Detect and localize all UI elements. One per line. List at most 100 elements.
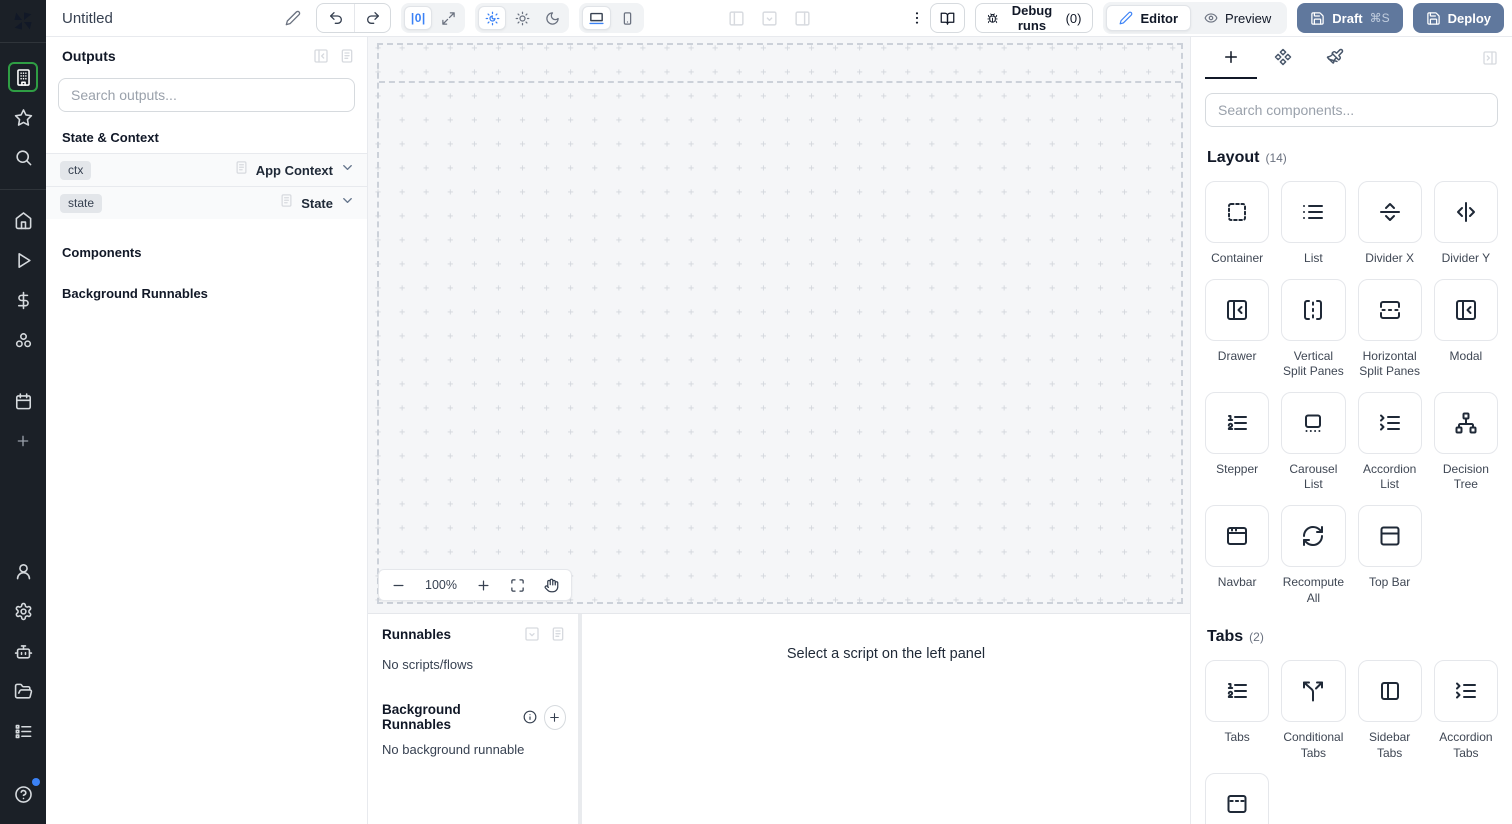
home-button[interactable] <box>8 205 38 235</box>
invisible-tabs-icon <box>1205 773 1270 824</box>
draft-shortcut: ⌘S <box>1369 11 1390 25</box>
component-card-top-bar[interactable]: Top Bar <box>1357 504 1422 606</box>
collapse-right-panel-icon[interactable] <box>1482 37 1498 79</box>
create-new-button[interactable] <box>8 426 38 456</box>
outputs-doc-icon[interactable] <box>339 48 355 64</box>
workspace-apps-button[interactable] <box>8 62 38 92</box>
component-card-divider-y[interactable]: Divider Y <box>1433 181 1498 267</box>
pan-hand-button[interactable] <box>544 578 559 593</box>
info-icon[interactable] <box>523 710 537 724</box>
left-nav-rail <box>0 0 46 824</box>
output-type-label: State <box>301 195 333 211</box>
component-card-conditional-tabs[interactable]: Conditional Tabs <box>1281 660 1346 761</box>
output-badge: state <box>60 193 103 213</box>
resources-button[interactable] <box>8 325 38 355</box>
component-library-panel: Layout (14) Container List Divider X Divider … <box>1190 37 1512 824</box>
component-grid: Tabs Conditional Tabs Sidebar Tabs Accordio… <box>1205 660 1498 824</box>
undo-button[interactable] <box>317 4 354 32</box>
deploy-button[interactable]: Deploy <box>1412 3 1504 33</box>
section-heading: Layout (14) <box>1207 149 1498 167</box>
logs-button[interactable] <box>8 716 38 746</box>
zoom-in-button[interactable] <box>476 578 491 593</box>
component-card-accordion-list[interactable]: Accordion List <box>1357 391 1422 493</box>
output-row-state[interactable]: state State <box>46 186 367 219</box>
component-card-sidebar-tabs[interactable]: Sidebar Tabs <box>1357 660 1422 761</box>
component-card-tabs[interactable]: Tabs <box>1205 660 1270 761</box>
more-menu-button[interactable] <box>903 4 930 32</box>
component-card-drawer[interactable]: Drawer <box>1205 278 1270 380</box>
component-card-modal[interactable]: Modal <box>1433 278 1498 380</box>
app-canvas[interactable]: + + + + + + + + + + + + + + + + + + + + … <box>368 37 1190 613</box>
conditional-tabs-icon <box>1281 660 1346 723</box>
components-heading: Components <box>62 245 142 260</box>
container-icon <box>1205 181 1270 243</box>
search-components-input[interactable] <box>1205 93 1498 127</box>
section-heading: Tabs (2) <box>1207 628 1498 646</box>
runnables-doc-icon[interactable] <box>550 626 566 642</box>
theme-auto-button[interactable] <box>478 6 507 30</box>
search-button[interactable] <box>8 142 38 172</box>
script-placeholder-text: Select a script on the left panel <box>786 646 986 662</box>
edit-title-button[interactable] <box>279 4 306 32</box>
component-card-accordion-tabs[interactable]: Accordion Tabs <box>1433 660 1498 761</box>
tab-insert-component[interactable] <box>1205 37 1257 79</box>
fit-view-button[interactable] <box>510 578 525 593</box>
component-label: Modal <box>1449 348 1483 363</box>
schedules-button[interactable] <box>8 386 38 416</box>
component-card-vertical-split-panes[interactable]: Vertical Split Panes <box>1281 278 1346 380</box>
mobile-view-button[interactable] <box>613 6 641 30</box>
component-label: Accordion List <box>1362 461 1417 492</box>
draft-button[interactable]: Draft ⌘S <box>1297 3 1403 33</box>
toggle-right-panel-icon[interactable] <box>794 10 811 27</box>
favorites-star-button[interactable] <box>8 102 38 132</box>
toggle-bottom-panel-icon[interactable] <box>761 10 778 27</box>
output-row-ctx[interactable]: ctx App Context <box>46 153 367 186</box>
tab-global-styling[interactable] <box>1309 37 1361 79</box>
add-background-runnable-button[interactable] <box>543 704 566 730</box>
component-card-list[interactable]: List <box>1281 181 1346 267</box>
windmill-logo[interactable] <box>0 0 46 42</box>
toggle-left-panel-icon[interactable] <box>728 10 745 27</box>
variables-button[interactable] <box>8 285 38 315</box>
docs-button[interactable] <box>930 3 966 33</box>
navbar-icon <box>1205 504 1270 567</box>
component-card-stepper[interactable]: Stepper <box>1205 391 1270 493</box>
component-card-divider-x[interactable]: Divider X <box>1357 181 1422 267</box>
component-card-carousel-list[interactable]: Carousel List <box>1281 391 1346 493</box>
component-label: Vertical Split Panes <box>1283 348 1344 379</box>
component-card-recompute-all[interactable]: Recompute All <box>1281 504 1346 606</box>
component-label: Navbar <box>1217 574 1257 589</box>
desktop-view-button[interactable] <box>582 6 612 30</box>
redo-button[interactable] <box>353 4 391 32</box>
collapse-outputs-panel-icon[interactable] <box>313 48 329 64</box>
folders-button[interactable] <box>8 676 38 706</box>
collapse-bottom-panel-icon[interactable] <box>524 626 540 642</box>
editor-tab[interactable]: Editor <box>1106 5 1192 31</box>
component-label: Decision Tree <box>1442 461 1489 492</box>
zoom-level: 100% <box>425 578 457 592</box>
zoom-out-button[interactable] <box>391 578 406 593</box>
account-button[interactable] <box>8 556 38 586</box>
component-card-invisible-tabs[interactable] <box>1205 773 1270 824</box>
chevron-down-icon[interactable] <box>340 193 355 213</box>
tab-component-settings[interactable] <box>1257 37 1309 79</box>
component-label: Drawer <box>1217 348 1257 363</box>
component-card-container[interactable]: Container <box>1205 181 1270 267</box>
chevron-down-icon[interactable] <box>340 160 355 180</box>
debug-runs-button[interactable]: Debug runs (0) <box>975 3 1094 33</box>
help-button[interactable] <box>8 778 40 809</box>
theme-light-button[interactable] <box>508 6 536 30</box>
settings-button[interactable] <box>8 596 38 626</box>
component-card-navbar[interactable]: Navbar <box>1205 504 1270 606</box>
workers-button[interactable] <box>8 636 38 666</box>
theme-dark-button[interactable] <box>538 6 566 30</box>
app-editor: Untitled |0| Debug runs (0) Editor Previ… <box>0 0 1512 824</box>
expand-canvas-button[interactable] <box>434 6 462 30</box>
scale-mode-button[interactable]: |0| <box>404 6 433 30</box>
component-card-decision-tree[interactable]: Decision Tree <box>1433 391 1498 493</box>
runs-button[interactable] <box>8 245 38 275</box>
search-outputs-input[interactable] <box>58 78 355 112</box>
preview-tab[interactable]: Preview <box>1191 5 1284 31</box>
component-card-horizontal-split-panes[interactable]: Horizontal Split Panes <box>1357 278 1422 380</box>
bottom-panel: Runnables No scripts/flows Background Ru… <box>368 613 1190 824</box>
